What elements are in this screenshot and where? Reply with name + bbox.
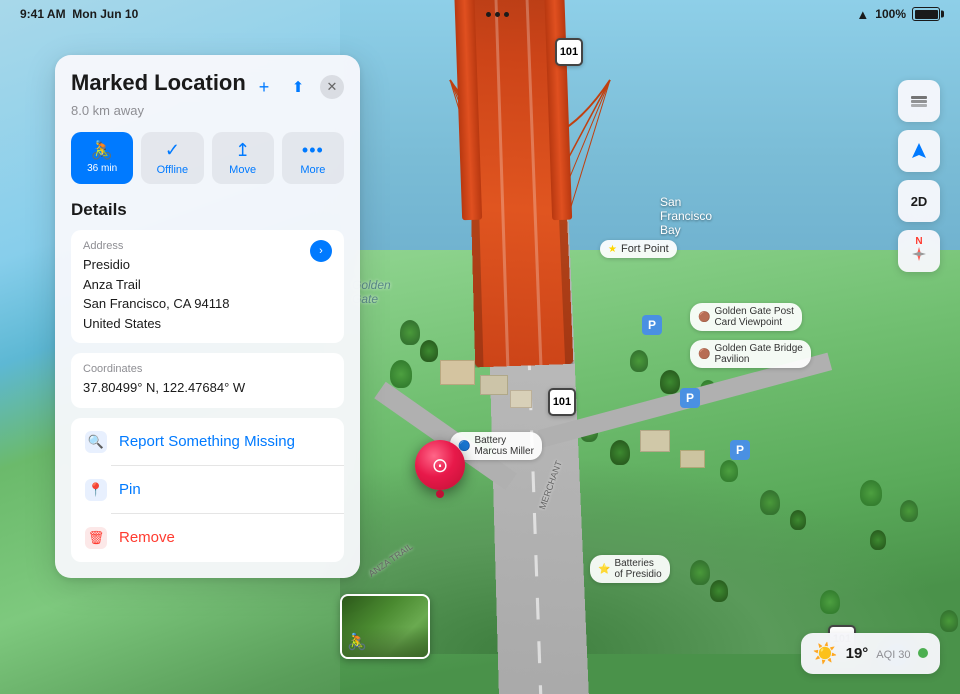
bike-directions-button[interactable]: 🚴 36 min <box>71 132 133 184</box>
bike-icon: 🚴 <box>347 632 367 652</box>
panel-header-actions: + ⬆ ✕ <box>252 75 344 99</box>
action-buttons-row: 🚴 36 min ✓ Offline ↥ Move ••• More <box>71 132 344 184</box>
move-button[interactable]: ↥ Move <box>212 132 274 184</box>
wifi-icon: ▲ <box>856 7 869 22</box>
address-navigate-button[interactable]: › <box>310 240 332 262</box>
2d-view-button[interactable]: 2D <box>898 180 940 222</box>
remove-button[interactable]: 🗑 Remove <box>71 514 344 562</box>
weather-sun-icon: ☀️ <box>813 641 838 666</box>
compass-north: N <box>912 236 926 247</box>
route-badge-101-top: 101 <box>555 38 583 66</box>
map-controls: 2D N <box>898 80 940 272</box>
bike-duration: 36 min <box>87 163 117 174</box>
compass-display: N <box>912 236 926 266</box>
location-arrow-icon <box>910 142 928 160</box>
offline-check-icon: ✓ <box>165 140 180 161</box>
area-label-sf-bay: SanFranciscoBay <box>660 195 712 237</box>
location-panel: Marked Location + ⬆ ✕ 8.0 km away 🚴 36 m… <box>55 55 360 578</box>
offline-button[interactable]: ✓ Offline <box>141 132 203 184</box>
address-label: Address <box>83 240 332 252</box>
compass-icon <box>912 247 926 261</box>
weather-temperature: 19° <box>846 645 869 662</box>
aqi-display: AQI 30 <box>876 645 928 663</box>
layers-button[interactable] <box>898 80 940 122</box>
pin-label: Pin <box>119 481 141 498</box>
status-right: ▲ 100% <box>856 7 940 22</box>
remove-label: Remove <box>119 529 175 546</box>
move-label: Move <box>229 165 256 176</box>
offline-label: Offline <box>157 165 189 176</box>
address-card: Address Presidio Anza Trail San Francisc… <box>71 230 344 343</box>
coordinates-label: Coordinates <box>83 363 332 375</box>
move-icon: ↥ <box>235 140 250 161</box>
more-button[interactable]: ••• More <box>282 132 344 184</box>
battery-percent: 100% <box>875 7 906 21</box>
parking-badge-3[interactable]: P <box>730 440 750 460</box>
bike-icon: 🚴 <box>91 140 113 161</box>
more-dots-icon: ••• <box>302 140 324 161</box>
route-badge-101-mid: 101 <box>548 388 576 416</box>
status-center-dots <box>486 12 509 17</box>
weather-widget[interactable]: ☀️ 19° AQI 30 <box>801 633 940 674</box>
panel-header: Marked Location + ⬆ ✕ <box>71 71 344 99</box>
pin-icon: 📍 <box>85 479 107 501</box>
battery-indicator <box>912 7 940 21</box>
report-label: Report Something Missing <box>119 433 295 450</box>
my-location-button[interactable] <box>898 130 940 172</box>
coordinates-card: Coordinates 37.80499° N, 122.47684° W <box>71 353 344 408</box>
details-heading: Details <box>71 200 344 220</box>
coordinates-value: 37.80499° N, 122.47684° W <box>83 378 332 398</box>
compass-button[interactable]: N <box>898 230 940 272</box>
layers-icon <box>909 91 929 111</box>
parking-badge-1[interactable]: P <box>642 315 662 335</box>
nature-photo-thumbnail[interactable]: 🚴 <box>340 594 430 659</box>
aqi-label: AQI 30 <box>876 649 910 661</box>
action-list: 🔍 Report Something Missing 📍 Pin 🗑 Remov… <box>71 418 344 562</box>
panel-title: Marked Location <box>71 71 246 95</box>
parking-badge-2[interactable]: P <box>680 388 700 408</box>
more-label: More <box>300 165 325 176</box>
close-button[interactable]: ✕ <box>320 75 344 99</box>
status-bar: 9:41 AM Mon Jun 10 ▲ 100% <box>0 0 960 28</box>
share-button[interactable]: ⬆ <box>286 75 310 99</box>
pin-button[interactable]: 📍 Pin <box>71 466 344 514</box>
aqi-dot-icon <box>918 648 928 658</box>
report-missing-button[interactable]: 🔍 Report Something Missing <box>71 418 344 466</box>
2d-label: 2D <box>911 194 928 209</box>
remove-icon: 🗑 <box>85 527 107 549</box>
status-time-date: 9:41 AM Mon Jun 10 <box>20 7 138 21</box>
location-pin: ⊙ <box>415 440 465 490</box>
add-button[interactable]: + <box>252 75 276 99</box>
address-value: Presidio Anza Trail San Francisco, CA 94… <box>83 255 332 333</box>
report-icon: 🔍 <box>85 431 107 453</box>
panel-subtitle: 8.0 km away <box>71 103 344 118</box>
